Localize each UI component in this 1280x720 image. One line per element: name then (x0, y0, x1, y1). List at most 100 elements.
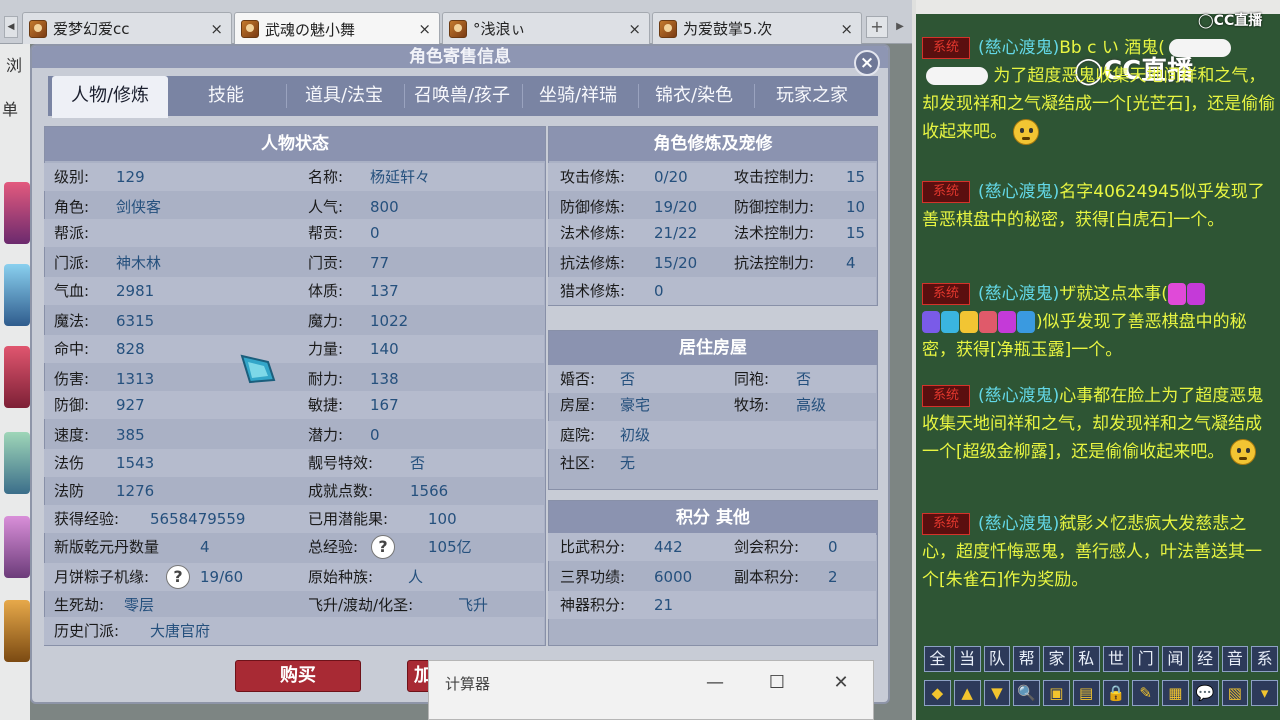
close-button[interactable]: × (854, 50, 880, 76)
chat-tool-icon[interactable]: 🔍 (1013, 680, 1040, 706)
channel-button[interactable]: 当 (953, 646, 981, 672)
character-avatar[interactable] (4, 182, 30, 244)
new-tab-button[interactable]: + (866, 16, 888, 38)
chat-tool-icon[interactable]: ✎ (1132, 680, 1159, 706)
chat-tool-icon[interactable]: ▦ (1162, 680, 1189, 706)
channel-button[interactable]: 系 (1251, 646, 1278, 672)
chat-tool-icon[interactable]: ▤ (1072, 680, 1100, 706)
channel-button[interactable]: 世 (1102, 646, 1130, 672)
chat-message: 系统 (慈心渡鬼)名字40624945似乎发现了善恶棋盘中的秘密，获得[白虎石]一… (922, 178, 1276, 234)
character-avatar[interactable] (4, 516, 30, 578)
stat-label: 气血: (54, 282, 90, 300)
tab-character[interactable]: 人物/修炼 (52, 76, 168, 118)
help-icon[interactable]: ? (371, 535, 395, 559)
channel-button[interactable]: 经 (1191, 646, 1219, 672)
sender-name[interactable]: (慈心渡鬼) (978, 284, 1059, 304)
tab-mounts[interactable]: 坐骑/祥瑞 (522, 76, 634, 116)
tab-pets[interactable]: 召唤兽/孩子 (404, 76, 520, 116)
close-icon[interactable]: × (628, 20, 641, 38)
minimize-button[interactable]: — (693, 669, 737, 697)
close-icon[interactable]: × (840, 20, 853, 38)
housing-value: 初级 (620, 426, 651, 444)
chat-tool-icon[interactable]: 🔒 (1102, 680, 1130, 706)
tab-home[interactable]: 玩家之家 (754, 76, 870, 116)
tab-title: 武魂の魅小舞 (265, 20, 356, 39)
cultivation-label: 攻击控制力: (734, 168, 815, 186)
browser-tab-3[interactable]: °浅浪ぃ × (442, 12, 650, 44)
tab-scroll-left[interactable]: ◀ (4, 16, 18, 38)
stat-label: 体质: (308, 282, 344, 300)
game-chat-panel: ◯CC直播 ◯CC直播 系统 (慈心渡鬼)Bb c い 酒鬼( 为了超度恶鬼收集天… (912, 0, 1280, 720)
chat-message: 系统 (慈心渡鬼)心事都在脸上为了超度恶鬼收集天地间祥和之气，却发现祥和之气凝结成… (922, 382, 1276, 466)
number-emote-icon (998, 311, 1016, 333)
character-avatar[interactable] (4, 264, 30, 326)
chat-tool-icon[interactable]: 💬 (1191, 680, 1219, 706)
stat-label: 耐力: (308, 370, 344, 388)
browser-tab-4[interactable]: 为爱鼓掌5.次 × (652, 12, 862, 44)
points-label: 比武积分: (560, 538, 626, 556)
browser-tab-2[interactable]: 武魂の魅小舞 × (234, 12, 440, 45)
system-tag: 系统 (922, 181, 970, 203)
stat-value: 137 (370, 282, 399, 300)
stat-value: 167 (370, 396, 399, 414)
chat-tool-icon[interactable]: ◆ (924, 680, 951, 706)
channel-button[interactable]: 音 (1221, 646, 1249, 672)
chat-tool-icon[interactable]: ▣ (1043, 680, 1070, 706)
stat-value: 0 (370, 426, 380, 444)
character-avatar[interactable] (4, 600, 30, 662)
stat-value: 1566 (410, 482, 449, 500)
close-icon[interactable]: × (418, 20, 431, 38)
channel-button[interactable]: 帮 (1013, 646, 1040, 672)
channel-button[interactable]: 私 (1072, 646, 1100, 672)
chat-tool-icon[interactable]: ▾ (1251, 680, 1278, 706)
cultivation-value: 15 (846, 168, 866, 186)
calculator-window[interactable]: 计算器 — ☐ ✕ (428, 660, 874, 720)
tab-outfits[interactable]: 锦衣/染色 (638, 76, 750, 116)
chat-tool-icon[interactable]: ▼ (983, 680, 1011, 706)
channel-button[interactable]: 家 (1043, 646, 1070, 672)
number-emote-icon (941, 311, 959, 333)
stat-label: 级别: (54, 168, 90, 186)
channel-button[interactable]: 队 (983, 646, 1011, 672)
sender-name[interactable]: (慈心渡鬼) (978, 38, 1059, 58)
tab-scroll-right[interactable]: ▶ (892, 16, 908, 38)
avatar-icon (241, 20, 259, 38)
stat-label: 魔法: (54, 312, 90, 330)
chat-tool-icon[interactable]: ▧ (1221, 680, 1249, 706)
stat-label: 防御: (54, 396, 90, 414)
buy-button[interactable]: 购买 (235, 660, 361, 692)
channel-button[interactable]: 闻 (1162, 646, 1189, 672)
tab-skills[interactable]: 技能 (172, 76, 280, 116)
character-avatar[interactable] (4, 346, 30, 408)
sender-name[interactable]: (慈心渡鬼) (978, 386, 1059, 406)
panel-title: 人物状态 (45, 127, 545, 161)
stat-label: 命中: (54, 340, 90, 358)
channel-button[interactable]: 全 (924, 646, 951, 672)
help-icon[interactable]: ? (166, 565, 190, 589)
browser-tab-1[interactable]: 爱梦幻爱cc × (22, 12, 232, 44)
stat-label: 潜力: (308, 426, 344, 444)
browser-tab-strip: ◀ 爱梦幻爱cc × 武魂の魅小舞 × °浅浪ぃ × 为爱鼓掌5.次 × + ▶ (0, 0, 912, 45)
stat-value: 129 (116, 168, 145, 186)
cultivation-value: 19/20 (654, 198, 698, 216)
stat-value: 剑侠客 (116, 198, 162, 216)
emote-icon (926, 67, 988, 85)
stat-label: 月饼粽子机缘: (54, 568, 150, 586)
cultivation-value: 10 (846, 198, 866, 216)
sender-name[interactable]: (慈心渡鬼) (978, 182, 1059, 202)
cultivation-value: 21/22 (654, 224, 698, 242)
maximize-button[interactable]: ☐ (755, 669, 799, 697)
character-avatar[interactable] (4, 432, 30, 494)
channel-button[interactable]: 门 (1132, 646, 1159, 672)
chat-tool-icon[interactable]: ▲ (953, 680, 981, 706)
stat-value: 140 (370, 340, 399, 358)
close-icon[interactable]: × (210, 20, 223, 38)
row-stripe (548, 365, 876, 393)
stat-label: 新版乾元丹数量 (54, 538, 160, 556)
stat-label: 已用潜能果: (308, 510, 389, 528)
stat-label: 门派: (54, 254, 90, 272)
sender-name[interactable]: (慈心渡鬼) (978, 514, 1059, 534)
tab-items[interactable]: 道具/法宝 (288, 76, 400, 116)
close-button[interactable]: ✕ (819, 669, 863, 697)
emote-icon (1168, 39, 1231, 57)
